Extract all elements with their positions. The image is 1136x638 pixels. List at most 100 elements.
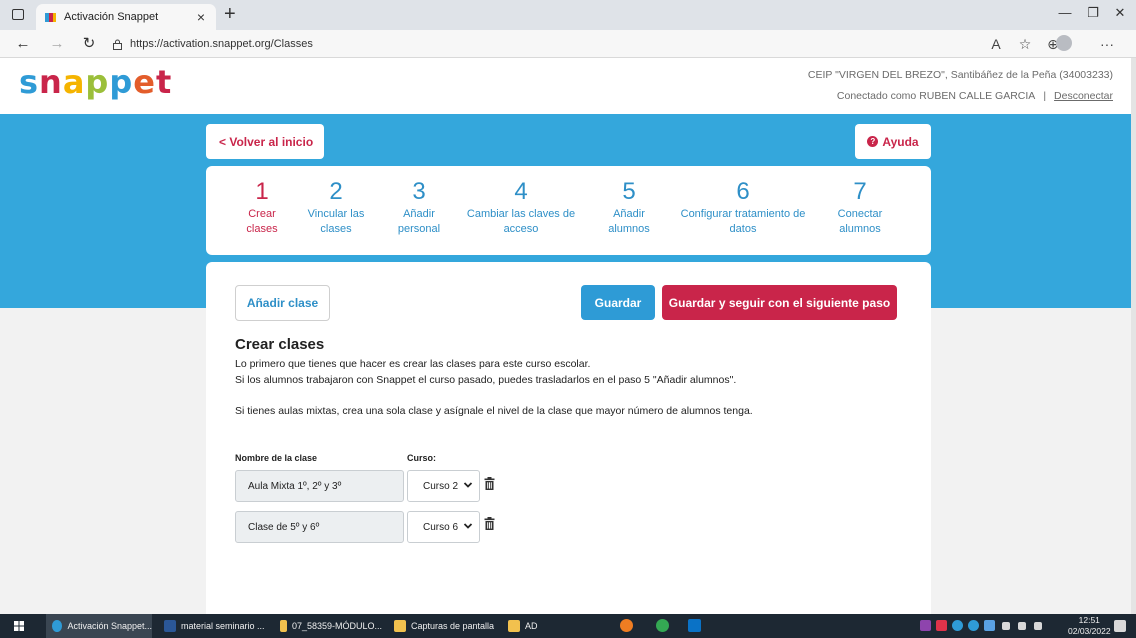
volume-icon[interactable] — [1034, 622, 1042, 630]
user-line: Conectado como RUBEN CALLE GARCIA | Descon… — [837, 90, 1113, 102]
page-title: Crear clases — [235, 336, 325, 353]
logo-letter: e — [133, 63, 156, 101]
forward-arrow-icon[interactable]: → — [48, 35, 66, 53]
step-number: 6 — [736, 178, 750, 205]
close-tab-icon[interactable]: × — [194, 9, 208, 25]
column-header-course: Curso: — [407, 453, 436, 463]
logout-link[interactable]: Desconectar — [1054, 90, 1113, 102]
word-icon — [164, 620, 176, 632]
step-number: 2 — [329, 178, 343, 205]
chevron-down-icon — [463, 482, 473, 488]
logo-letter: n — [39, 63, 63, 101]
chrome-icon[interactable] — [656, 619, 669, 632]
clock-date: 02/03/2022 — [1068, 626, 1111, 636]
step-number: 1 — [255, 178, 269, 205]
step-7[interactable]: 7 Conectar alumnos — [826, 180, 894, 237]
taskbar-item-label: Capturas de pantalla — [411, 621, 495, 631]
taskbar-item-folder[interactable]: AD — [504, 614, 554, 638]
taskbar-item-edge[interactable]: Activación Snappet... — [46, 614, 152, 638]
folder-icon — [508, 620, 520, 632]
step-label: Conectar alumnos — [837, 208, 883, 235]
help-button[interactable]: ? Ayuda — [855, 124, 931, 159]
read-aloud-icon[interactable]: A — [987, 35, 1005, 53]
page-scrollbar[interactable] — [1131, 58, 1136, 614]
url-text: https://activation.snappet.org/Classes — [130, 38, 313, 50]
class-name-input[interactable]: Clase de 5º y 6º — [235, 511, 404, 543]
step-6[interactable]: 6 Configurar tratamiento de datos — [674, 180, 812, 237]
restore-icon[interactable]: ❐ — [1083, 5, 1103, 21]
taskbar-item-label: 07_58359-MÓDULO... — [291, 621, 382, 631]
minimize-icon[interactable]: — — [1055, 5, 1075, 20]
step-4[interactable]: 4 Cambiar las claves de acceso — [456, 180, 586, 237]
step-number: 3 — [412, 178, 426, 205]
tray-app-icon[interactable] — [920, 620, 931, 631]
course-select-value: Curso 6 — [423, 521, 459, 533]
wizard-steps: 1 Crear clases 2 Vincular las clases 3 Aña… — [206, 166, 931, 255]
help-label: Ayuda — [882, 134, 919, 149]
tab-actions-icon[interactable] — [12, 9, 24, 20]
delete-trash-icon[interactable] — [484, 477, 495, 490]
new-tab-icon[interactable]: + — [224, 4, 236, 24]
save-and-next-button[interactable]: Guardar y seguir con el siguiente paso — [662, 285, 897, 320]
class-name-input[interactable]: Aula Mixta 1º, 2º y 3º — [235, 470, 404, 502]
outlook-icon[interactable] — [688, 619, 701, 632]
lock-icon — [113, 39, 122, 50]
address-bar: ← → ↻ https://activation.snappet.org/Cla… — [0, 30, 1136, 58]
step-label: Añadir personal — [397, 208, 441, 235]
onedrive-icon[interactable] — [952, 620, 963, 631]
step-label: Configurar tratamiento de datos — [680, 208, 806, 235]
favorites-star-icon[interactable]: ☆ — [1016, 35, 1034, 53]
connected-as-text: Conectado como RUBEN CALLE GARCIA — [836, 90, 1036, 102]
folder-icon — [394, 620, 406, 632]
browser-tab[interactable]: Activación Snappet × — [36, 4, 216, 30]
refresh-icon[interactable]: ↻ — [80, 35, 98, 53]
taskbar-item-label: material seminario ... — [181, 621, 265, 631]
back-arrow-icon[interactable]: ← — [14, 35, 32, 53]
display-icon[interactable] — [1018, 622, 1026, 630]
clock-time: 12:51 — [1078, 615, 1100, 625]
network-icon[interactable] — [1002, 622, 1010, 630]
notifications-icon[interactable] — [1114, 620, 1126, 632]
onedrive-icon[interactable] — [968, 620, 979, 631]
snappet-logo[interactable]: snappet — [19, 64, 172, 100]
save-button[interactable]: Guardar — [581, 285, 655, 320]
taskbar-item-word[interactable]: material seminario ... — [160, 614, 266, 638]
separator: | — [1043, 90, 1047, 102]
step-number: 4 — [514, 178, 528, 205]
snappet-favicon-icon — [45, 12, 56, 22]
page-viewport: snappet CEIP "VIRGEN DEL BREZO", Santibá… — [0, 58, 1131, 614]
back-to-home-button[interactable]: < Volver al inicio — [206, 124, 324, 159]
intro-paragraph-3: Si tienes aulas mixtas, crea una sola cl… — [235, 405, 753, 417]
course-select-value: Curso 2 — [423, 480, 459, 492]
tray-app-icon[interactable] — [984, 620, 995, 631]
delete-trash-icon[interactable] — [484, 517, 495, 530]
windows-start-icon[interactable] — [14, 621, 24, 631]
school-name: CEIP "VIRGEN DEL BREZO", Santibáñez de l… — [807, 69, 1113, 81]
course-select[interactable]: Curso 2 — [407, 470, 480, 502]
step-label: Crear clases — [246, 208, 278, 235]
add-class-button[interactable]: Añadir clase — [235, 285, 330, 321]
system-clock[interactable]: 12:51 02/03/2022 — [1068, 615, 1111, 637]
edge-icon — [52, 620, 63, 632]
url-field[interactable]: https://activation.snappet.org/Classes — [112, 34, 972, 54]
logo-letter: a — [62, 63, 86, 101]
tray-app-icon[interactable] — [936, 620, 947, 631]
taskbar-item-folder[interactable]: 07_58359-MÓDULO... — [276, 614, 382, 638]
course-select[interactable]: Curso 6 — [407, 511, 480, 543]
profile-avatar[interactable] — [1056, 35, 1072, 51]
more-menu-icon[interactable]: ··· — [1098, 35, 1116, 53]
firefox-icon[interactable] — [620, 619, 633, 632]
logo-letter: p — [85, 63, 110, 101]
step-label: Vincular las clases — [307, 208, 365, 235]
step-1[interactable]: 1 Crear clases — [236, 180, 288, 237]
step-5[interactable]: 5 Añadir alumnos — [599, 180, 659, 237]
taskbar-item-folder[interactable]: Capturas de pantalla — [390, 614, 496, 638]
windows-taskbar: Activación Snappet... material seminario… — [0, 614, 1136, 638]
close-window-icon[interactable]: ✕ — [1110, 5, 1130, 21]
taskbar-item-label: AD — [525, 621, 538, 631]
help-icon: ? — [867, 136, 879, 147]
step-2[interactable]: 2 Vincular las clases — [296, 180, 376, 237]
browser-titlebar: Activación Snappet × + — ❐ ✕ — [0, 0, 1136, 30]
step-3[interactable]: 3 Añadir personal — [389, 180, 449, 237]
logo-letter: p — [109, 63, 134, 101]
